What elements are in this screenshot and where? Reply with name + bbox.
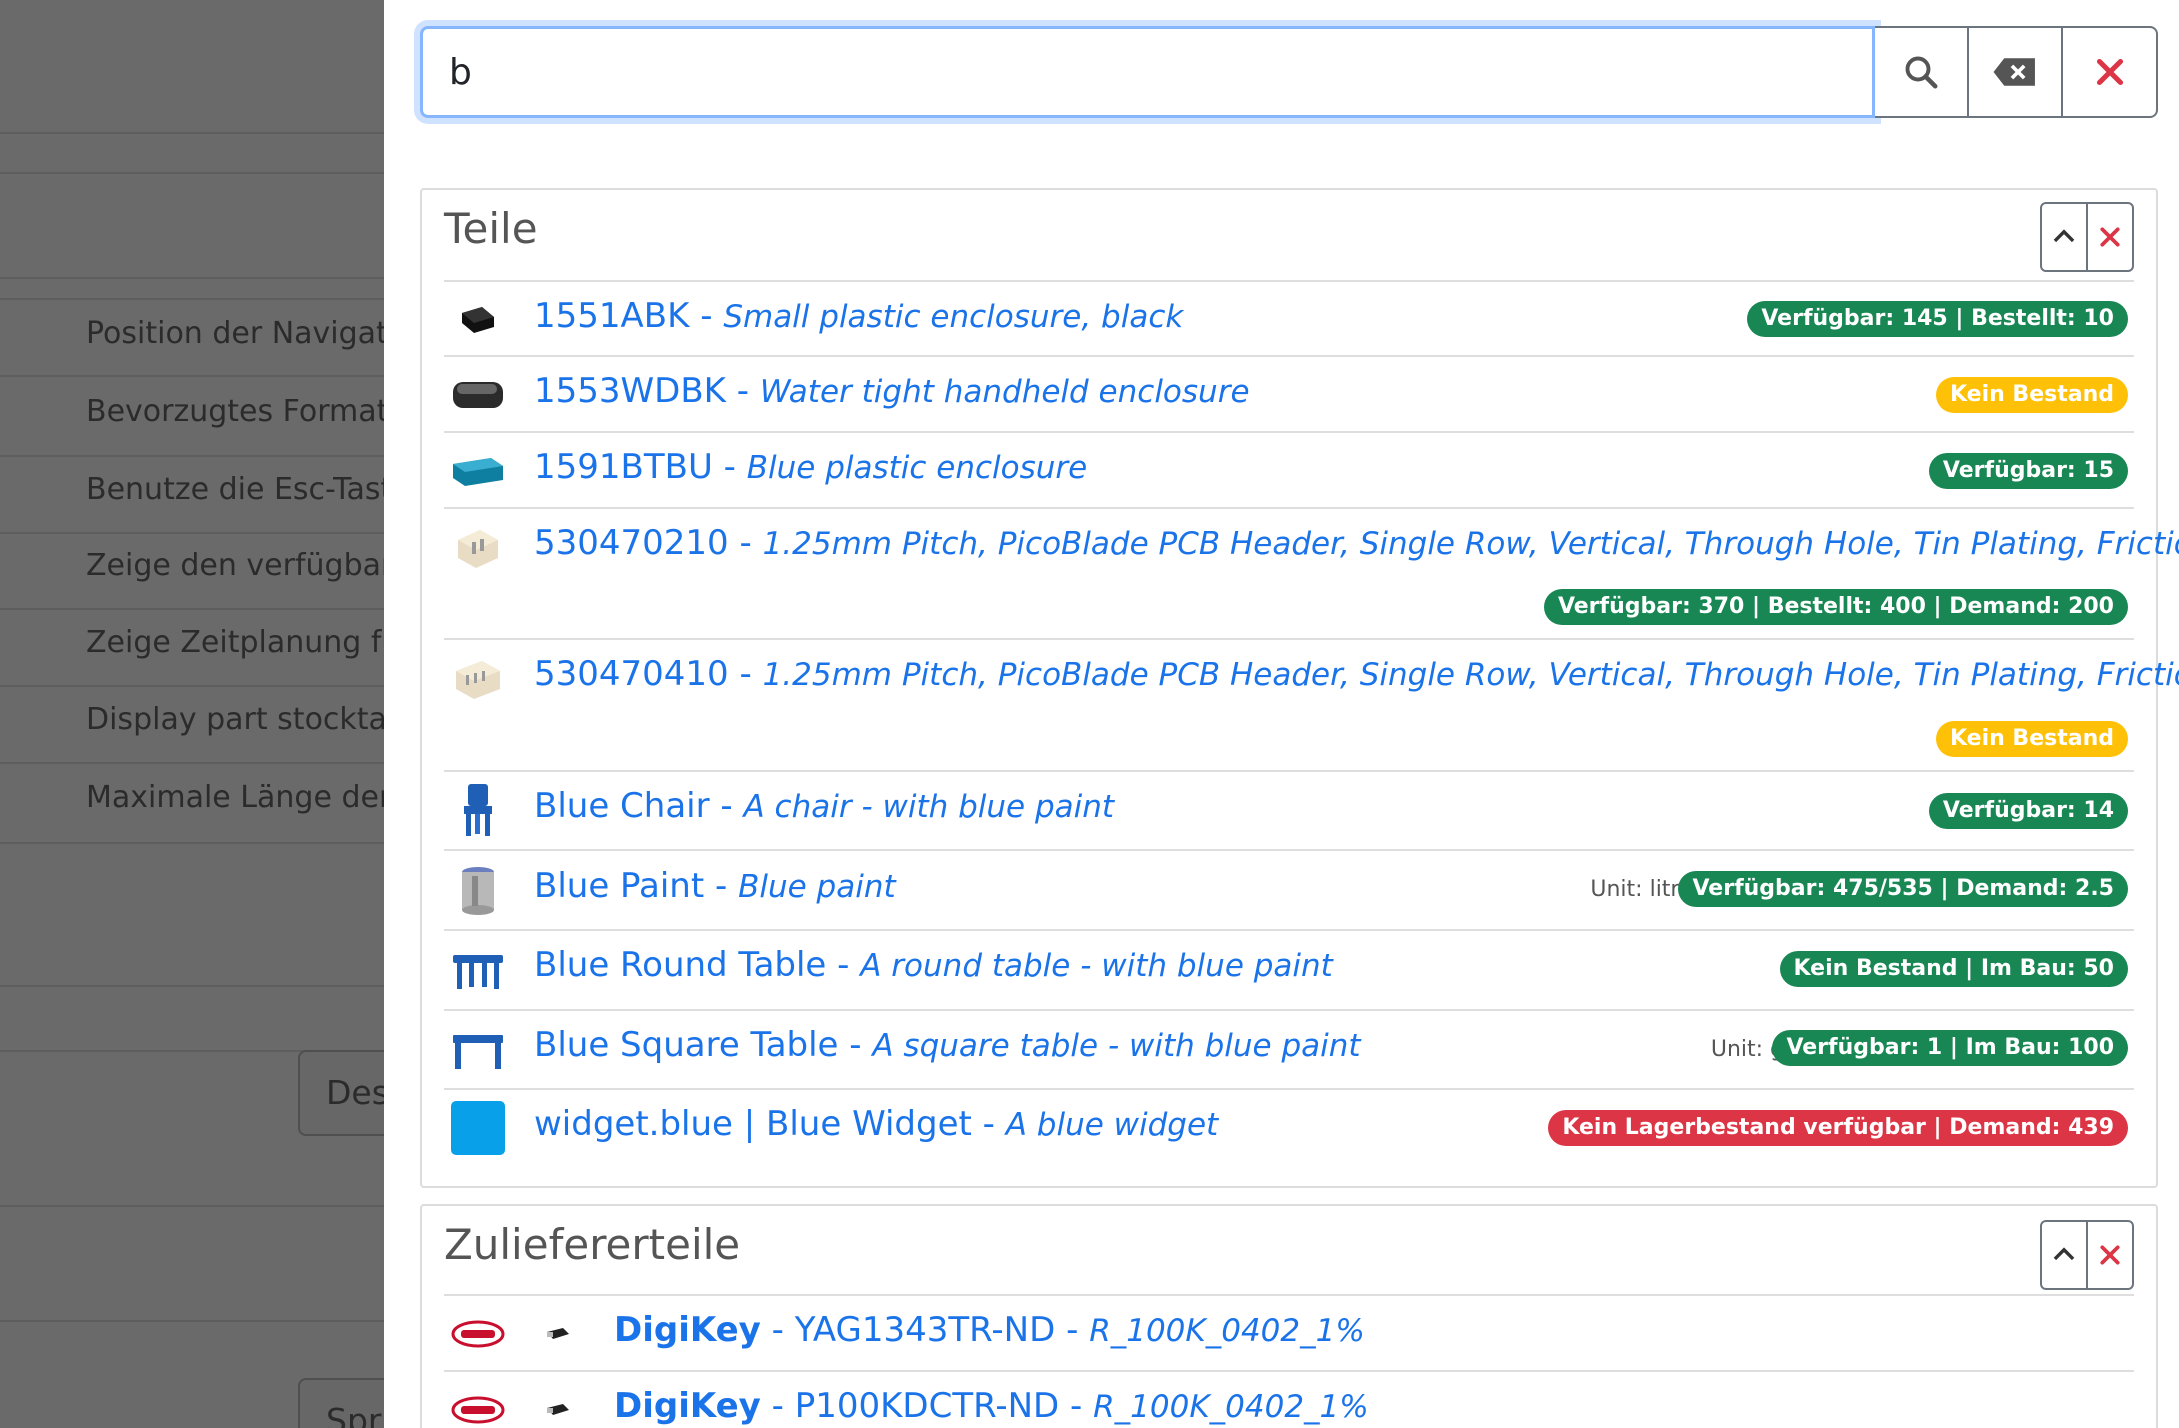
part-link[interactable]: 1553WDBK - Water tight handheld enclosur…: [534, 371, 1250, 411]
divider: [0, 455, 384, 457]
stock-badge: Verfügbar: 475/535 | Demand: 2.5: [1678, 871, 2128, 907]
card-tools: [2040, 202, 2134, 272]
stock-badge: Verfügbar: 15: [1928, 453, 2128, 489]
part-thumbnail: [450, 519, 506, 575]
part-thumbnail: [450, 1022, 506, 1078]
list-item[interactable]: Blue Paint - Blue paint Unit: litres Ver…: [444, 849, 2134, 931]
background-page: Position der Navigat Bevorzugtes Format …: [0, 0, 384, 1428]
remove-results-button[interactable]: [2088, 1222, 2132, 1288]
divider: [0, 608, 384, 610]
list-item[interactable]: 1553WDBK - Water tight handheld enclosur…: [444, 355, 2134, 433]
setting-label: Zeige den verfügbar: [86, 548, 384, 583]
divider: [0, 685, 384, 687]
close-icon: [2100, 1245, 2120, 1265]
parts-results-card: Teile 1551ABK - Small plastic enclosure,…: [420, 188, 2179, 1188]
part-thumbnail: [450, 1100, 506, 1156]
list-item[interactable]: DigiKey - YAG1343TR-ND - R_100K_0402_1%: [444, 1294, 2134, 1372]
list-item[interactable]: Blue Round Table - A round table - with …: [444, 929, 2134, 1011]
close-icon: [2100, 227, 2120, 247]
stock-badge: Verfügbar: 1 | Im Bau: 100: [1772, 1030, 2128, 1066]
background-button: Des: [298, 1050, 384, 1136]
part-thumbnail: [450, 442, 506, 498]
list-item[interactable]: widget.blue | Blue Widget - A blue widge…: [444, 1088, 2134, 1172]
part-link[interactable]: 530470210 - 1.25mm Pitch, PicoBlade PCB …: [534, 523, 2179, 563]
collapse-button[interactable]: [2042, 204, 2088, 270]
setting-label: Bevorzugtes Format: [86, 394, 384, 429]
setting-label: Zeige Zeitplanung fü: [86, 625, 384, 660]
divider: [0, 842, 384, 844]
divider: [0, 172, 384, 174]
chevron-up-icon: [2053, 229, 2075, 243]
part-link[interactable]: 530470410 - 1.25mm Pitch, PicoBlade PCB …: [534, 654, 2179, 694]
divider: [0, 375, 384, 377]
background-button: Spr: [298, 1378, 384, 1428]
collapse-button[interactable]: [2042, 1222, 2088, 1288]
setting-label: Maximale Länge der: [86, 780, 384, 815]
part-link[interactable]: Blue Round Table - A round table - with …: [534, 945, 1333, 985]
list-item[interactable]: Blue Square Table - A square table - wit…: [444, 1009, 2134, 1090]
stock-badge: Kein Bestand: [1935, 721, 2128, 757]
stock-badge: Verfügbar: 145 | Bestellt: 10: [1747, 301, 2128, 337]
part-thumbnail: [450, 291, 506, 347]
supplier-part-link[interactable]: DigiKey - YAG1343TR-ND - R_100K_0402_1%: [614, 1310, 1365, 1350]
part-thumbnail: [450, 366, 506, 422]
setting-label: Benutze die Esc-Tast: [86, 472, 384, 507]
part-link[interactable]: 1551ABK - Small plastic enclosure, black: [534, 296, 1183, 336]
stock-badge: Kein Bestand | Im Bau: 50: [1779, 951, 2128, 987]
divider: [0, 985, 384, 987]
list-item[interactable]: Blue Chair - A chair - with blue paint V…: [444, 770, 2134, 851]
stock-badge: Verfügbar: 370 | Bestellt: 400 | Demand:…: [1543, 589, 2128, 625]
clear-search-button[interactable]: [1969, 26, 2064, 118]
divider: [0, 1205, 384, 1207]
search-bar: [420, 26, 2158, 118]
backspace-icon: [1993, 58, 2036, 86]
card-title: Teile: [444, 204, 538, 253]
part-link[interactable]: 1591BTBU - Blue plastic enclosure: [534, 447, 1087, 487]
divider: [0, 762, 384, 764]
remove-results-button[interactable]: [2088, 204, 2132, 270]
stock-badge: Verfügbar: 14: [1928, 793, 2128, 829]
divider: [0, 298, 384, 300]
divider: [0, 1320, 384, 1322]
search-panel: Teile 1551ABK - Small plastic enclos: [384, 0, 2179, 1428]
list-item[interactable]: 530470210 - 1.25mm Pitch, PicoBlade PCB …: [444, 507, 2179, 640]
part-thumbnail: [530, 1382, 586, 1428]
supplier-parts-results-card: Zuliefererteile DigiKey - YAG1343TR-ND -…: [420, 1204, 2158, 1428]
stock-badge: Kein Lagerbestand verfügbar | Demand: 43…: [1548, 1110, 2128, 1146]
close-icon: [2096, 58, 2123, 86]
search-icon: [1905, 56, 1938, 89]
list-item[interactable]: 530470410 - 1.25mm Pitch, PicoBlade PCB …: [444, 638, 2179, 772]
supplier-logo: [450, 1382, 506, 1428]
part-link[interactable]: Blue Paint - Blue paint: [534, 866, 896, 906]
chevron-up-icon: [2053, 1247, 2075, 1261]
card-tools: [2040, 1220, 2134, 1290]
divider: [0, 277, 384, 279]
setting-label: Position der Navigat: [86, 316, 384, 351]
close-search-button[interactable]: [2063, 26, 2158, 118]
list-item[interactable]: DigiKey - P100KDCTR-ND - R_100K_0402_1%: [444, 1370, 2134, 1428]
search-input[interactable]: [420, 26, 1876, 118]
supplier-logo: [450, 1306, 506, 1362]
part-link[interactable]: Blue Square Table - A square table - wit…: [534, 1025, 1361, 1065]
setting-label: Display part stocktal: [86, 702, 384, 737]
supplier-part-link[interactable]: DigiKey - P100KDCTR-ND - R_100K_0402_1%: [614, 1386, 1369, 1426]
part-thumbnail: [530, 1306, 586, 1362]
part-link[interactable]: widget.blue | Blue Widget - A blue widge…: [534, 1104, 1218, 1144]
part-thumbnail: [450, 782, 506, 838]
list-item[interactable]: 1591BTBU - Blue plastic enclosure Verfüg…: [444, 431, 2134, 509]
part-thumbnail: [450, 942, 506, 998]
divider: [0, 532, 384, 534]
divider: [0, 132, 384, 134]
part-thumbnail: [450, 862, 506, 918]
part-link[interactable]: Blue Chair - A chair - with blue paint: [534, 786, 1114, 826]
stock-badge: Kein Bestand: [1935, 377, 2128, 413]
list-item[interactable]: 1551ABK - Small plastic enclosure, black…: [444, 280, 2134, 357]
search-button[interactable]: [1875, 26, 1970, 118]
card-title: Zuliefererteile: [444, 1220, 741, 1269]
part-thumbnail: [450, 650, 506, 706]
